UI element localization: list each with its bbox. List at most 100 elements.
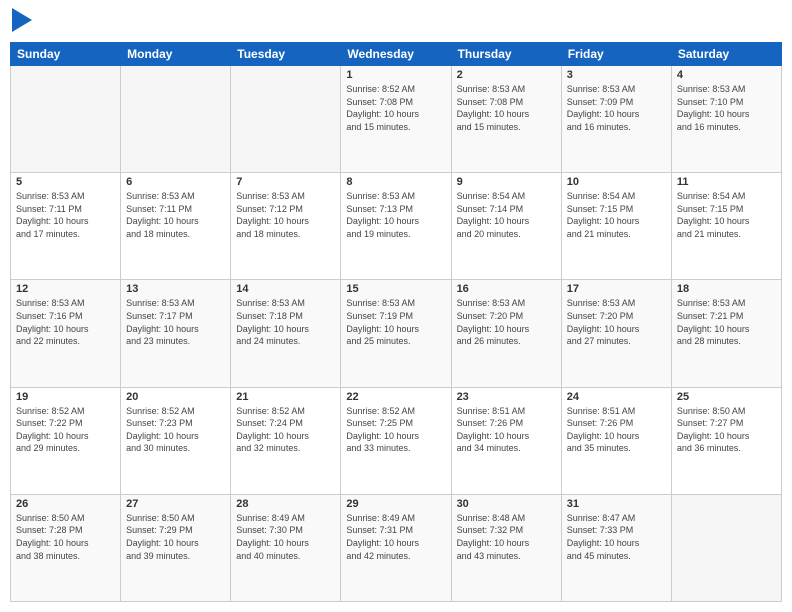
day-info: Sunrise: 8:52 AM Sunset: 7:23 PM Dayligh… <box>126 405 225 455</box>
day-info: Sunrise: 8:50 AM Sunset: 7:29 PM Dayligh… <box>126 512 225 562</box>
calendar-week-1: 1 Sunrise: 8:52 AM Sunset: 7:08 PM Daylig… <box>11 66 782 173</box>
day-number: 18 <box>677 283 776 295</box>
day-number: 30 <box>457 498 556 510</box>
day-number: 7 <box>236 176 335 188</box>
calendar-week-2: 5Sunrise: 8:53 AM Sunset: 7:11 PM Daylig… <box>11 173 782 280</box>
calendar-day: 4 Sunrise: 8:53 AM Sunset: 7:10 PM Daylig… <box>671 66 781 173</box>
logo-text <box>10 10 32 34</box>
day-info: Sunrise: 8:51 AM Sunset: 7:26 PM Dayligh… <box>457 405 556 455</box>
day-number: 13 <box>126 283 225 295</box>
weekday-header-monday: Monday <box>121 43 231 66</box>
day-number: 3 <box>567 69 666 81</box>
calendar-day: 23Sunrise: 8:51 AM Sunset: 7:26 PM Dayli… <box>451 387 561 494</box>
day-number: 11 <box>677 176 776 188</box>
calendar-week-5: 26Sunrise: 8:50 AM Sunset: 7:28 PM Dayli… <box>11 494 782 601</box>
calendar-day: 1 Sunrise: 8:52 AM Sunset: 7:08 PM Daylig… <box>341 66 451 173</box>
day-info: Sunrise: 8:52 AM Sunset: 7:22 PM Dayligh… <box>16 405 115 455</box>
weekday-row: SundayMondayTuesdayWednesdayThursdayFrid… <box>11 43 782 66</box>
weekday-header-sunday: Sunday <box>11 43 121 66</box>
day-number: 15 <box>346 283 445 295</box>
logo-icon <box>12 8 32 32</box>
day-number: 16 <box>457 283 556 295</box>
weekday-header-wednesday: Wednesday <box>341 43 451 66</box>
calendar-day: 7 Sunrise: 8:53 AM Sunset: 7:12 PM Daylig… <box>231 173 341 280</box>
day-number: 4 <box>677 69 776 81</box>
day-number: 31 <box>567 498 666 510</box>
day-info: Sunrise: 8:53 AM Sunset: 7:20 PM Dayligh… <box>457 297 556 347</box>
day-number: 1 <box>346 69 445 81</box>
calendar-day: 6 Sunrise: 8:53 AM Sunset: 7:11 PM Daylig… <box>121 173 231 280</box>
day-info: Sunrise: 8:53 AM Sunset: 7:10 PM Dayligh… <box>677 83 776 133</box>
day-number: 12 <box>16 283 115 295</box>
calendar-week-3: 12Sunrise: 8:53 AM Sunset: 7:16 PM Dayli… <box>11 280 782 387</box>
day-number: 17 <box>567 283 666 295</box>
calendar-day: 11 Sunrise: 8:54 AM Sunset: 7:15 PM Dayli… <box>671 173 781 280</box>
logo <box>10 10 32 34</box>
day-info: Sunrise: 8:53 AM Sunset: 7:09 PM Dayligh… <box>567 83 666 133</box>
day-info: Sunrise: 8:53 AM Sunset: 7:11 PM Dayligh… <box>16 190 115 240</box>
day-info: Sunrise: 8:53 AM Sunset: 7:20 PM Dayligh… <box>567 297 666 347</box>
day-info: Sunrise: 8:49 AM Sunset: 7:31 PM Dayligh… <box>346 512 445 562</box>
calendar-day: 29Sunrise: 8:49 AM Sunset: 7:31 PM Dayli… <box>341 494 451 601</box>
calendar-day <box>121 66 231 173</box>
calendar-day: 10Sunrise: 8:54 AM Sunset: 7:15 PM Dayli… <box>561 173 671 280</box>
day-number: 8 <box>346 176 445 188</box>
day-info: Sunrise: 8:48 AM Sunset: 7:32 PM Dayligh… <box>457 512 556 562</box>
day-info: Sunrise: 8:53 AM Sunset: 7:18 PM Dayligh… <box>236 297 335 347</box>
calendar-week-4: 19Sunrise: 8:52 AM Sunset: 7:22 PM Dayli… <box>11 387 782 494</box>
calendar-body: 1 Sunrise: 8:52 AM Sunset: 7:08 PM Daylig… <box>11 66 782 602</box>
page: SundayMondayTuesdayWednesdayThursdayFrid… <box>0 0 792 612</box>
day-number: 27 <box>126 498 225 510</box>
day-number: 6 <box>126 176 225 188</box>
calendar-day: 16 Sunrise: 8:53 AM Sunset: 7:20 PM Dayli… <box>451 280 561 387</box>
weekday-header-saturday: Saturday <box>671 43 781 66</box>
calendar-day <box>11 66 121 173</box>
calendar-day: 12Sunrise: 8:53 AM Sunset: 7:16 PM Dayli… <box>11 280 121 387</box>
day-number: 22 <box>346 391 445 403</box>
day-number: 24 <box>567 391 666 403</box>
day-info: Sunrise: 8:47 AM Sunset: 7:33 PM Dayligh… <box>567 512 666 562</box>
day-info: Sunrise: 8:52 AM Sunset: 7:25 PM Dayligh… <box>346 405 445 455</box>
calendar-day <box>671 494 781 601</box>
day-info: Sunrise: 8:50 AM Sunset: 7:28 PM Dayligh… <box>16 512 115 562</box>
calendar-day: 9Sunrise: 8:54 AM Sunset: 7:14 PM Daylig… <box>451 173 561 280</box>
calendar-day: 5Sunrise: 8:53 AM Sunset: 7:11 PM Daylig… <box>11 173 121 280</box>
day-info: Sunrise: 8:53 AM Sunset: 7:12 PM Dayligh… <box>236 190 335 240</box>
calendar-day: 21Sunrise: 8:52 AM Sunset: 7:24 PM Dayli… <box>231 387 341 494</box>
calendar-day: 14 Sunrise: 8:53 AM Sunset: 7:18 PM Dayli… <box>231 280 341 387</box>
calendar-day: 30 Sunrise: 8:48 AM Sunset: 7:32 PM Dayli… <box>451 494 561 601</box>
day-number: 9 <box>457 176 556 188</box>
calendar-day: 18 Sunrise: 8:53 AM Sunset: 7:21 PM Dayli… <box>671 280 781 387</box>
calendar-day: 24 Sunrise: 8:51 AM Sunset: 7:26 PM Dayli… <box>561 387 671 494</box>
day-info: Sunrise: 8:51 AM Sunset: 7:26 PM Dayligh… <box>567 405 666 455</box>
calendar-day: 26Sunrise: 8:50 AM Sunset: 7:28 PM Dayli… <box>11 494 121 601</box>
day-info: Sunrise: 8:53 AM Sunset: 7:13 PM Dayligh… <box>346 190 445 240</box>
day-info: Sunrise: 8:53 AM Sunset: 7:11 PM Dayligh… <box>126 190 225 240</box>
calendar-day: 28Sunrise: 8:49 AM Sunset: 7:30 PM Dayli… <box>231 494 341 601</box>
calendar-day: 27 Sunrise: 8:50 AM Sunset: 7:29 PM Dayli… <box>121 494 231 601</box>
calendar-day: 8 Sunrise: 8:53 AM Sunset: 7:13 PM Daylig… <box>341 173 451 280</box>
day-number: 14 <box>236 283 335 295</box>
calendar-day: 3 Sunrise: 8:53 AM Sunset: 7:09 PM Daylig… <box>561 66 671 173</box>
calendar-day: 22 Sunrise: 8:52 AM Sunset: 7:25 PM Dayli… <box>341 387 451 494</box>
weekday-header-friday: Friday <box>561 43 671 66</box>
day-info: Sunrise: 8:52 AM Sunset: 7:24 PM Dayligh… <box>236 405 335 455</box>
header <box>10 10 782 34</box>
calendar-day: 13 Sunrise: 8:53 AM Sunset: 7:17 PM Dayli… <box>121 280 231 387</box>
calendar-day: 31 Sunrise: 8:47 AM Sunset: 7:33 PM Dayli… <box>561 494 671 601</box>
calendar-day: 19Sunrise: 8:52 AM Sunset: 7:22 PM Dayli… <box>11 387 121 494</box>
calendar-table: SundayMondayTuesdayWednesdayThursdayFrid… <box>10 42 782 602</box>
calendar-day: 17 Sunrise: 8:53 AM Sunset: 7:20 PM Dayli… <box>561 280 671 387</box>
day-info: Sunrise: 8:53 AM Sunset: 7:17 PM Dayligh… <box>126 297 225 347</box>
day-info: Sunrise: 8:53 AM Sunset: 7:21 PM Dayligh… <box>677 297 776 347</box>
calendar-day: 25Sunrise: 8:50 AM Sunset: 7:27 PM Dayli… <box>671 387 781 494</box>
calendar-day <box>231 66 341 173</box>
calendar-header: SundayMondayTuesdayWednesdayThursdayFrid… <box>11 43 782 66</box>
day-info: Sunrise: 8:52 AM Sunset: 7:08 PM Dayligh… <box>346 83 445 133</box>
day-info: Sunrise: 8:54 AM Sunset: 7:15 PM Dayligh… <box>677 190 776 240</box>
day-number: 2 <box>457 69 556 81</box>
day-info: Sunrise: 8:53 AM Sunset: 7:19 PM Dayligh… <box>346 297 445 347</box>
calendar-day: 2Sunrise: 8:53 AM Sunset: 7:08 PM Daylig… <box>451 66 561 173</box>
calendar-day: 15 Sunrise: 8:53 AM Sunset: 7:19 PM Dayli… <box>341 280 451 387</box>
day-info: Sunrise: 8:54 AM Sunset: 7:15 PM Dayligh… <box>567 190 666 240</box>
